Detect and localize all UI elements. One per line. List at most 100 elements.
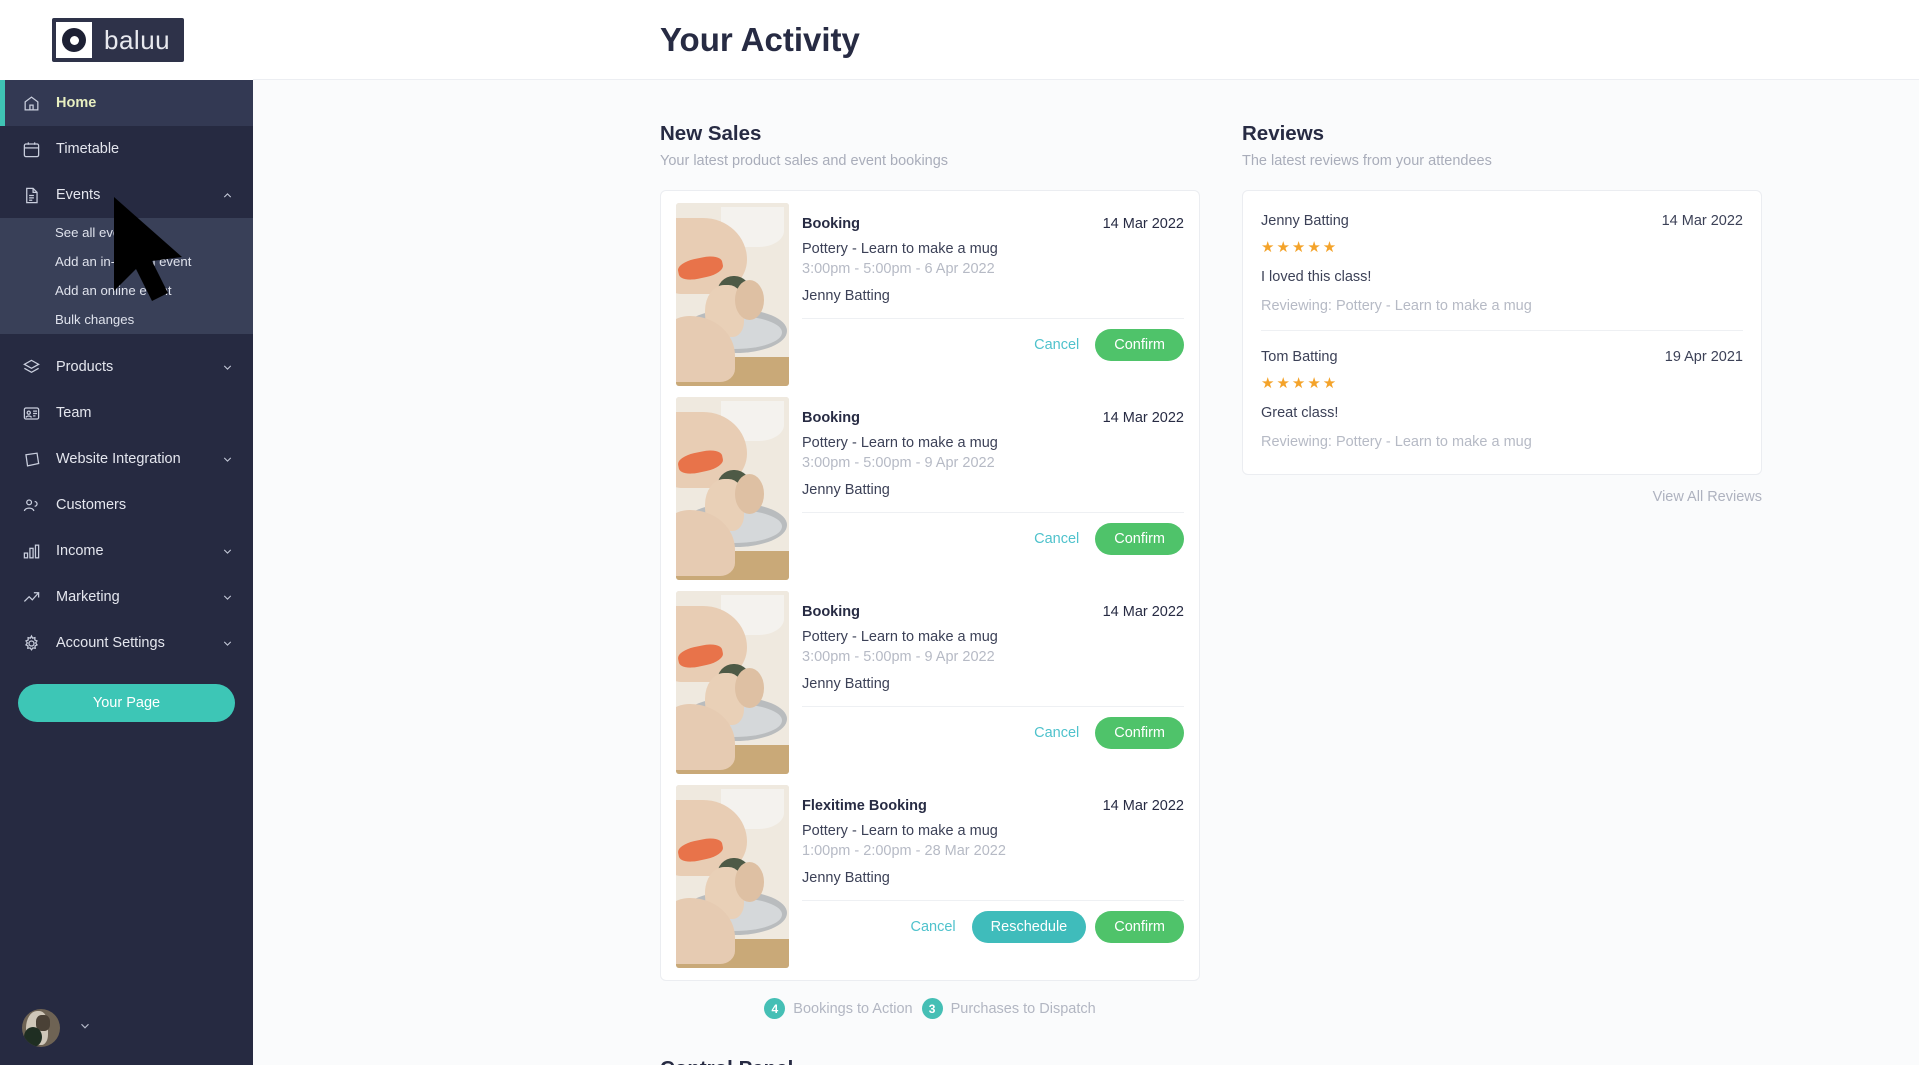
booking-actions: Cancel Confirm <box>802 706 1184 757</box>
booking-customer: Jenny Batting <box>802 482 890 498</box>
home-icon <box>20 92 42 114</box>
review-item: Jenny Batting 14 Mar 2022 ★★★★★ I loved … <box>1261 195 1743 330</box>
sidebar-label-team: Team <box>56 405 92 421</box>
sidebar-subitem-add-in-person-event[interactable]: Add an in-person event <box>0 247 253 276</box>
your-page-button[interactable]: Your Page <box>18 684 235 722</box>
counter-bookings-to-action[interactable]: 4 Bookings to Action <box>764 998 913 1019</box>
sidebar-label-home: Home <box>56 95 97 111</box>
ticket-icon <box>20 448 42 470</box>
booking-time: 1:00pm - 2:00pm - 28 Mar 2022 <box>802 843 1006 859</box>
counter-purchases-to-dispatch[interactable]: 3 Purchases to Dispatch <box>921 998 1096 1019</box>
chevron-down-icon[interactable] <box>217 453 237 466</box>
review-date: 14 Mar 2022 <box>1661 213 1743 229</box>
booking-event-name: Pottery - Learn to make a mug <box>802 241 998 257</box>
booking-thumbnail <box>676 591 789 774</box>
chevron-down-icon[interactable] <box>217 637 237 650</box>
sidebar-subitem-see-all-events[interactable]: See all events <box>0 218 253 247</box>
review-date: 19 Apr 2021 <box>1664 349 1743 365</box>
reviews-section: Reviews The latest reviews from your att… <box>1242 122 1762 1019</box>
bar-chart-icon <box>20 540 42 562</box>
sidebar-label-customers: Customers <box>56 497 127 513</box>
new-sales-title: New Sales <box>660 122 762 145</box>
sales-counters: 4 Bookings to Action 3 Purchases to Disp… <box>660 998 1200 1019</box>
booking-event-name: Pottery - Learn to make a mug <box>802 823 998 839</box>
booking-date: 14 Mar 2022 <box>1102 410 1184 426</box>
layers-icon <box>20 356 42 378</box>
confirm-button[interactable]: Confirm <box>1095 717 1184 749</box>
booking-info: Flexitime Booking 14 Mar 2022 Pottery - … <box>789 785 1184 968</box>
booking-thumbnail <box>676 203 789 386</box>
sidebar-item-home[interactable]: Home <box>0 80 253 126</box>
sidebar-item-income[interactable]: Income <box>0 528 253 574</box>
main-content: Your Activity New Sales Your latest prod… <box>253 0 1919 1065</box>
cancel-button[interactable]: Cancel <box>1024 719 1089 747</box>
booking-type: Booking <box>802 216 860 232</box>
sidebar-item-timetable[interactable]: Timetable <box>0 126 253 172</box>
booking-row: Flexitime Booking 14 Mar 2022 Pottery - … <box>676 785 1184 968</box>
booking-info: Booking 14 Mar 2022 Pottery - Learn to m… <box>789 203 1184 386</box>
booking-type: Booking <box>802 604 860 620</box>
count-badge: 4 <box>764 998 786 1019</box>
confirm-button[interactable]: Confirm <box>1095 329 1184 361</box>
baluu-logo-icon <box>56 22 92 58</box>
sidebar-label-events: Events <box>56 187 101 203</box>
sidebar-label-income: Income <box>56 543 104 559</box>
booking-time: 3:00pm - 5:00pm - 9 Apr 2022 <box>802 455 995 471</box>
booking-info: Booking 14 Mar 2022 Pottery - Learn to m… <box>789 591 1184 774</box>
counter-label: Purchases to Dispatch <box>950 1000 1096 1017</box>
chevron-down-icon[interactable] <box>217 361 237 374</box>
view-all-reviews-link[interactable]: View All Reviews <box>1653 489 1762 505</box>
confirm-button[interactable]: Confirm <box>1095 911 1184 943</box>
avatar[interactable] <box>22 1009 60 1047</box>
brand-logo[interactable]: baluu <box>52 18 185 62</box>
gear-icon <box>20 632 42 654</box>
control-panel-title: Control Panel <box>660 1057 1919 1065</box>
sidebar: baluu Home Timetable Events See all even… <box>0 0 253 1065</box>
dashboard-columns: New Sales Your latest product sales and … <box>253 80 1919 1019</box>
chevron-down-icon[interactable] <box>217 545 237 558</box>
booking-row: Booking 14 Mar 2022 Pottery - Learn to m… <box>676 203 1184 386</box>
your-page-container: Your Page <box>0 666 253 722</box>
booking-row: Booking 14 Mar 2022 Pottery - Learn to m… <box>676 397 1184 580</box>
count-badge: 3 <box>921 998 943 1019</box>
new-sales-section: New Sales Your latest product sales and … <box>660 122 1200 1019</box>
booking-thumbnail <box>676 397 789 580</box>
chevron-up-icon[interactable] <box>217 189 237 202</box>
sidebar-item-website-integration[interactable]: Website Integration <box>0 436 253 482</box>
cancel-button[interactable]: Cancel <box>1024 331 1089 359</box>
booking-actions: Cancel Reschedule Confirm <box>802 900 1184 951</box>
cancel-button[interactable]: Cancel <box>901 913 966 941</box>
review-item: Tom Batting 19 Apr 2021 ★★★★★ Great clas… <box>1261 330 1743 466</box>
booking-date: 14 Mar 2022 <box>1102 798 1184 814</box>
sidebar-subitem-bulk-changes[interactable]: Bulk changes <box>0 305 253 334</box>
chevron-down-icon[interactable] <box>217 591 237 604</box>
booking-customer: Jenny Batting <box>802 676 890 692</box>
reviewer-name: Jenny Batting <box>1261 213 1349 229</box>
sidebar-item-marketing[interactable]: Marketing <box>0 574 253 620</box>
booking-event-name: Pottery - Learn to make a mug <box>802 629 998 645</box>
sidebar-item-events[interactable]: Events <box>0 172 253 218</box>
chevron-down-icon[interactable] <box>78 1019 92 1038</box>
booking-time: 3:00pm - 5:00pm - 6 Apr 2022 <box>802 261 995 277</box>
sidebar-item-customers[interactable]: Customers <box>0 482 253 528</box>
sidebar-item-team[interactable]: Team <box>0 390 253 436</box>
booking-date: 14 Mar 2022 <box>1102 604 1184 620</box>
sidebar-item-products[interactable]: Products <box>0 344 253 390</box>
booking-event-name: Pottery - Learn to make a mug <box>802 435 998 451</box>
star-rating-icon: ★★★★★ <box>1261 375 1339 392</box>
review-text: Great class! <box>1261 405 1339 421</box>
sidebar-nav: Home Timetable Events See all events Add… <box>0 80 253 991</box>
events-submenu: See all events Add an in-person event Ad… <box>0 218 253 334</box>
sidebar-label-website-integration: Website Integration <box>56 451 181 467</box>
calendar-icon <box>20 138 42 160</box>
confirm-button[interactable]: Confirm <box>1095 523 1184 555</box>
sidebar-label-marketing: Marketing <box>56 589 120 605</box>
sidebar-subitem-add-online-event[interactable]: Add an online event <box>0 276 253 305</box>
sidebar-label-products: Products <box>56 359 114 375</box>
sidebar-item-account-settings[interactable]: Account Settings <box>0 620 253 666</box>
booking-customer: Jenny Batting <box>802 288 890 304</box>
profile-menu[interactable] <box>0 991 253 1065</box>
id-card-icon <box>20 402 42 424</box>
cancel-button[interactable]: Cancel <box>1024 525 1089 553</box>
reschedule-button[interactable]: Reschedule <box>971 911 1087 943</box>
